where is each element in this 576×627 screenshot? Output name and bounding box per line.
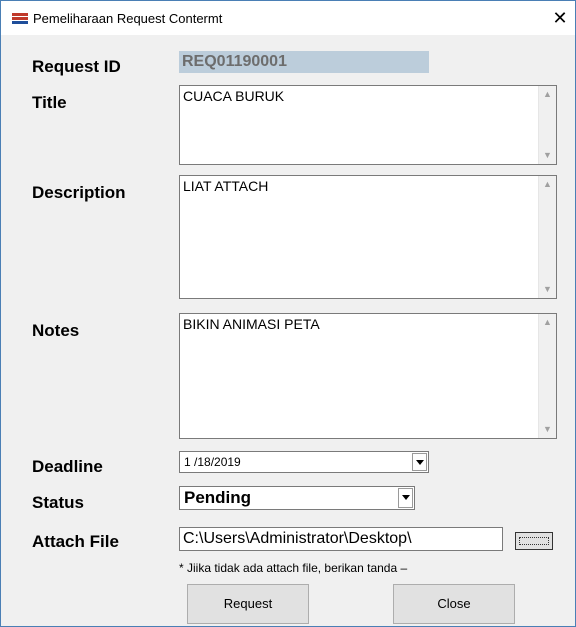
deadline-value: 1 /18/2019 xyxy=(184,455,241,469)
scroll-down-icon[interactable]: ▼ xyxy=(539,147,556,164)
window-title: Pemeliharaan Request Contermt xyxy=(33,11,223,26)
status-value: Pending xyxy=(184,488,252,507)
scroll-up-icon[interactable]: ▲ xyxy=(539,176,556,193)
description-textarea[interactable]: LIAT ATTACH ▲ ▼ xyxy=(179,175,557,299)
label-status: Status xyxy=(32,493,84,512)
scroll-up-icon[interactable]: ▲ xyxy=(539,314,556,331)
description-scrollbar[interactable]: ▲ ▼ xyxy=(538,176,556,298)
notes-scrollbar[interactable]: ▲ ▼ xyxy=(538,314,556,438)
description-text: LIAT ATTACH xyxy=(183,178,269,194)
chevron-down-icon[interactable] xyxy=(398,488,413,508)
app-logo-icon xyxy=(12,13,28,24)
close-button[interactable]: Close xyxy=(393,584,515,624)
title-text: CUACA BURUK xyxy=(183,88,285,104)
label-request-id: Request ID xyxy=(32,57,121,76)
request-id-field: REQ01190001 xyxy=(179,51,429,73)
label-notes: Notes xyxy=(32,321,80,340)
title-scrollbar[interactable]: ▲ ▼ xyxy=(538,86,556,164)
dialog-window: Pemeliharaan Request Contermt ✕ Request … xyxy=(0,0,576,627)
label-attach-file: Attach File xyxy=(32,532,119,551)
label-deadline: Deadline xyxy=(32,457,103,476)
chevron-down-icon[interactable] xyxy=(412,453,427,471)
scroll-down-icon[interactable]: ▼ xyxy=(539,421,556,438)
browse-button[interactable] xyxy=(515,532,553,550)
attach-file-input[interactable]: C:\Users\Administrator\Desktop\ xyxy=(179,527,503,551)
scroll-up-icon[interactable]: ▲ xyxy=(539,86,556,103)
title-bar[interactable]: Pemeliharaan Request Contermt ✕ xyxy=(1,1,575,35)
deadline-date-picker[interactable]: 1 /18/2019 xyxy=(179,451,429,473)
notes-text: BIKIN ANIMASI PETA xyxy=(183,316,320,332)
status-select[interactable]: Pending xyxy=(179,486,415,510)
close-icon[interactable]: ✕ xyxy=(549,7,571,29)
attach-hint-text: * Jiika tidak ada attach file, berikan t… xyxy=(179,561,408,575)
scroll-down-icon[interactable]: ▼ xyxy=(539,281,556,298)
notes-textarea[interactable]: BIKIN ANIMASI PETA ▲ ▼ xyxy=(179,313,557,439)
title-textarea[interactable]: CUACA BURUK ▲ ▼ xyxy=(179,85,557,165)
label-description: Description xyxy=(32,183,126,202)
request-button[interactable]: Request xyxy=(187,584,309,624)
label-title: Title xyxy=(32,93,67,112)
